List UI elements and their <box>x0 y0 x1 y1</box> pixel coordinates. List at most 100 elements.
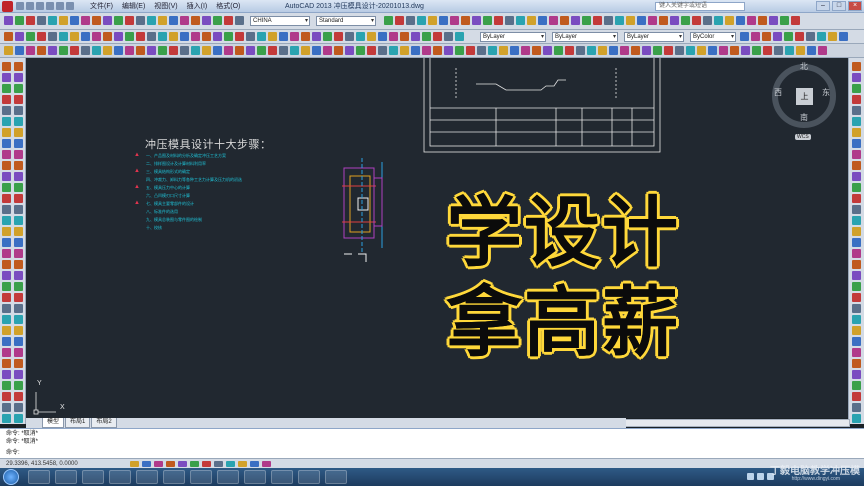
dimension-tool-icon[interactable] <box>246 46 255 55</box>
draw-tool-icon[interactable] <box>2 216 11 225</box>
draw-tool-icon[interactable] <box>2 326 11 335</box>
tool-icon[interactable] <box>714 16 723 25</box>
command-line[interactable]: 命令: *取消* 命令: *取消* 命令: <box>0 428 864 458</box>
modify-tool-icon[interactable] <box>14 194 23 203</box>
dimension-tool-icon[interactable] <box>59 46 68 55</box>
dimension-tool-icon[interactable] <box>708 46 717 55</box>
tool-icon[interactable] <box>852 161 861 170</box>
draw-tool-icon[interactable] <box>2 293 11 302</box>
tool-icon[interactable] <box>852 128 861 137</box>
menu-file[interactable]: 文件(F) <box>90 1 113 12</box>
tool-icon[interactable] <box>180 16 189 25</box>
layer-tool-icon[interactable] <box>136 32 145 41</box>
tool-icon[interactable] <box>593 16 602 25</box>
autocad-task-icon[interactable] <box>271 470 293 484</box>
modify-tool-icon[interactable] <box>14 183 23 192</box>
tool-icon[interactable] <box>725 16 734 25</box>
menu-format[interactable]: 格式(O) <box>216 1 240 12</box>
tool-icon[interactable] <box>571 16 580 25</box>
layer-tool-icon[interactable] <box>158 32 167 41</box>
layer-tool-icon[interactable] <box>345 32 354 41</box>
tool-icon[interactable] <box>224 16 233 25</box>
dimension-tool-icon[interactable] <box>4 46 13 55</box>
tool-icon[interactable] <box>852 95 861 104</box>
tool-icon[interactable] <box>417 16 426 25</box>
dimension-tool-icon[interactable] <box>224 46 233 55</box>
layer-tool-icon[interactable] <box>26 32 35 41</box>
tool-icon[interactable] <box>81 16 90 25</box>
tool-icon[interactable] <box>37 16 46 25</box>
draw-tool-icon[interactable] <box>2 62 11 71</box>
tool-icon[interactable] <box>395 16 404 25</box>
dimension-tool-icon[interactable] <box>345 46 354 55</box>
draw-tool-icon[interactable] <box>2 249 11 258</box>
dimension-tool-icon[interactable] <box>499 46 508 55</box>
dimension-tool-icon[interactable] <box>642 46 651 55</box>
view-cube-north[interactable]: 北 <box>800 61 808 72</box>
tool-icon[interactable] <box>795 32 804 41</box>
layer-tool-icon[interactable] <box>257 32 266 41</box>
draw-tool-icon[interactable] <box>2 348 11 357</box>
tool-icon[interactable] <box>670 16 679 25</box>
tab-layout1[interactable]: 布局1 <box>65 418 91 428</box>
status-toggle-icon[interactable] <box>262 461 271 467</box>
dimension-tool-icon[interactable] <box>257 46 266 55</box>
dimension-tool-icon[interactable] <box>587 46 596 55</box>
tool-icon[interactable] <box>852 150 861 159</box>
minimize-button[interactable]: – <box>816 1 830 11</box>
tool-icon[interactable] <box>136 16 145 25</box>
tool-icon[interactable] <box>852 260 861 269</box>
layer-tool-icon[interactable] <box>246 32 255 41</box>
dimension-tool-icon[interactable] <box>81 46 90 55</box>
modify-tool-icon[interactable] <box>14 315 23 324</box>
tool-icon[interactable] <box>527 16 536 25</box>
tool-icon[interactable] <box>852 337 861 346</box>
plot-icon[interactable] <box>66 2 74 10</box>
draw-tool-icon[interactable] <box>2 414 11 423</box>
menu-edit[interactable]: 编辑(E) <box>122 1 145 12</box>
tool-icon[interactable] <box>169 16 178 25</box>
dimension-tool-icon[interactable] <box>169 46 178 55</box>
tool-icon[interactable] <box>59 16 68 25</box>
draw-tool-icon[interactable] <box>2 381 11 390</box>
layer-tool-icon[interactable] <box>455 32 464 41</box>
draw-tool-icon[interactable] <box>2 150 11 159</box>
modify-tool-icon[interactable] <box>14 205 23 214</box>
tool-icon[interactable] <box>406 16 415 25</box>
layer-tool-icon[interactable] <box>147 32 156 41</box>
tool-icon[interactable] <box>538 16 547 25</box>
layer-tool-icon[interactable] <box>312 32 321 41</box>
tool-icon[interactable] <box>637 16 646 25</box>
dimension-tool-icon[interactable] <box>334 46 343 55</box>
draw-tool-icon[interactable] <box>2 282 11 291</box>
browser-icon[interactable] <box>55 470 77 484</box>
modify-tool-icon[interactable] <box>14 172 23 181</box>
tool-icon[interactable] <box>852 370 861 379</box>
dimension-tool-icon[interactable] <box>290 46 299 55</box>
tool-icon[interactable] <box>852 348 861 357</box>
modify-tool-icon[interactable] <box>14 370 23 379</box>
tool-icon[interactable] <box>384 16 393 25</box>
draw-tool-icon[interactable] <box>2 106 11 115</box>
tool-icon[interactable] <box>158 16 167 25</box>
maximize-button[interactable]: □ <box>832 1 846 11</box>
status-toggle-icon[interactable] <box>178 461 187 467</box>
draw-tool-icon[interactable] <box>2 304 11 313</box>
tool-icon[interactable] <box>439 16 448 25</box>
draw-tool-icon[interactable] <box>2 392 11 401</box>
start-button[interactable] <box>3 469 19 485</box>
layer-tool-icon[interactable] <box>169 32 178 41</box>
app-icon[interactable] <box>325 470 347 484</box>
tool-icon[interactable] <box>769 16 778 25</box>
tool-icon[interactable] <box>852 117 861 126</box>
open-icon[interactable] <box>26 2 34 10</box>
tool-icon[interactable] <box>852 403 861 412</box>
undo-icon[interactable] <box>46 2 54 10</box>
tool-icon[interactable] <box>235 16 244 25</box>
modify-tool-icon[interactable] <box>14 117 23 126</box>
close-button[interactable]: × <box>848 1 862 11</box>
menu-view[interactable]: 视图(V) <box>154 1 177 12</box>
tool-icon[interactable] <box>852 62 861 71</box>
layer-tool-icon[interactable] <box>180 32 189 41</box>
redo-icon[interactable] <box>56 2 64 10</box>
